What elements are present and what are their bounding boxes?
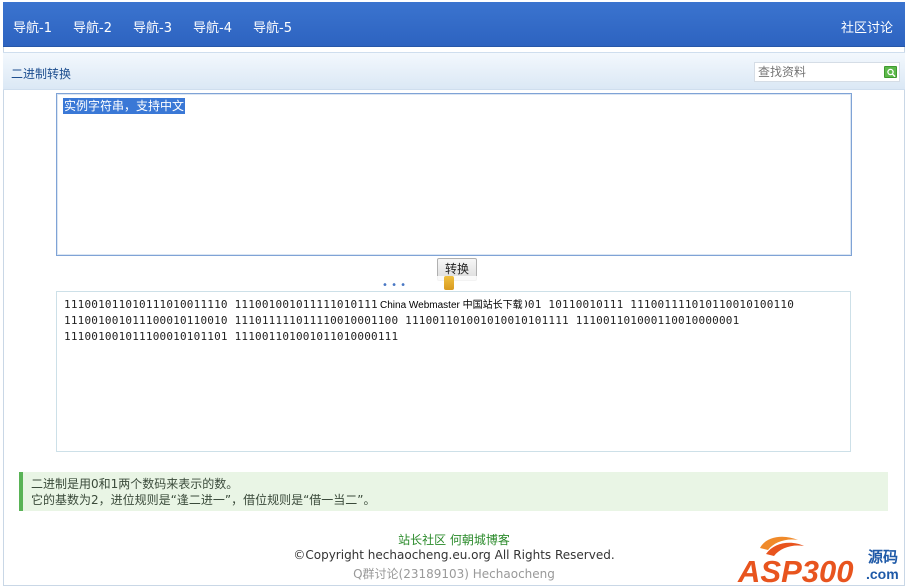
logo-cn-text: 源码 (868, 548, 898, 566)
watermark-logo-icon (444, 276, 454, 290)
sub-header: 二进制转换 (3, 52, 905, 90)
logo-main-text: ASP300 (737, 554, 853, 586)
info-box: 二进制是用0和1两个数码来表示的数。 它的基数为2，进位规则是“逢二进一”，借位… (19, 472, 888, 511)
nav-item-3[interactable]: 导航-3 (133, 17, 172, 36)
logo-suffix-text: .com (866, 566, 899, 582)
watermark-dots: • • • (382, 280, 407, 291)
page-title: 二进制转换 (11, 67, 72, 81)
binary-output[interactable]: 111001011010111010011110 111001001011111… (56, 291, 851, 452)
footer-link-blog[interactable]: 何朝城博客 (450, 533, 510, 547)
footer-link-community[interactable]: 站长社区 (398, 533, 446, 547)
search-box (754, 62, 900, 82)
watermark-text: China Webmaster 中国站长下载 (378, 296, 525, 311)
nav-item-1[interactable]: 导航-1 (13, 17, 52, 36)
source-text-input[interactable]: 实例字符串，支持中文 (56, 93, 852, 256)
output-line: 111001001011100010110010 111011111011110… (64, 314, 740, 327)
site-logo: ASP300 源码 .com (737, 536, 899, 586)
top-navigation: 导航-1 导航-2 导航-3 导航-4 导航-5 社区讨论 (3, 2, 905, 47)
info-line-1: 二进制是用0和1两个数码来表示的数。 (31, 477, 239, 491)
search-input[interactable] (755, 63, 881, 81)
info-line-2: 它的基数为2，进位规则是“逢二进一”，借位规则是“借一当二”。 (31, 493, 376, 507)
output-line: 111001001011100010101101 111001101001011… (64, 330, 399, 343)
nav-item-5[interactable]: 导航-5 (253, 17, 292, 36)
nav-community-link[interactable]: 社区讨论 (841, 17, 893, 36)
nav-item-4[interactable]: 导航-4 (193, 17, 232, 36)
nav-item-2[interactable]: 导航-2 (73, 17, 112, 36)
search-button[interactable] (884, 66, 897, 78)
search-icon (887, 68, 896, 78)
source-text-selected: 实例字符串，支持中文 (63, 98, 186, 114)
